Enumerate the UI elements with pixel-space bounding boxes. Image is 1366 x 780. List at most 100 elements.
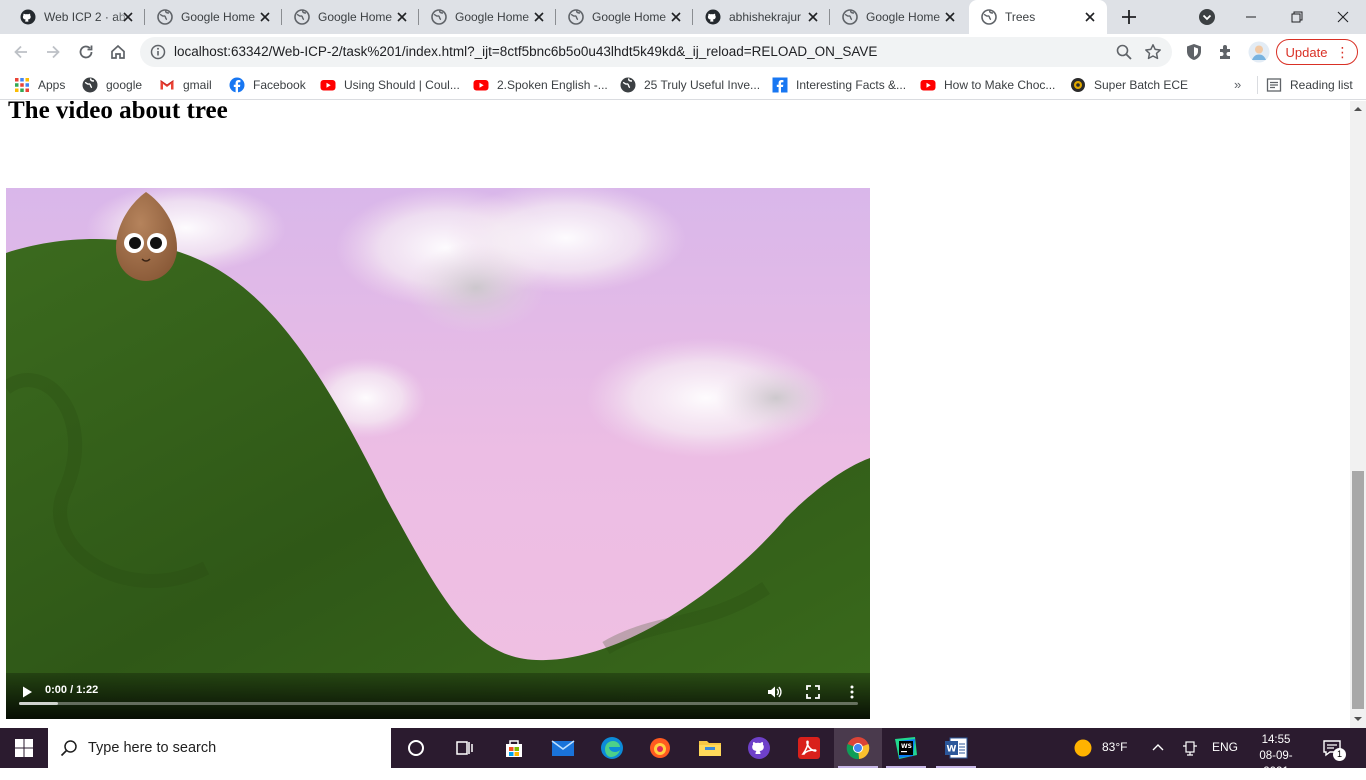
volume-icon[interactable] bbox=[766, 684, 782, 700]
bookmark-apps[interactable]: Apps bbox=[14, 76, 65, 94]
scroll-down-arrow-icon[interactable] bbox=[1354, 715, 1362, 723]
profile-avatar-icon[interactable] bbox=[1248, 41, 1270, 63]
video-controls: 0:00 / 1:22 bbox=[6, 673, 870, 719]
globe-icon bbox=[568, 9, 584, 25]
taskbar-edge[interactable] bbox=[588, 728, 636, 768]
word-icon: W bbox=[945, 737, 968, 759]
taskbar-store[interactable] bbox=[490, 728, 538, 768]
reading-list-button[interactable]: Reading list bbox=[1266, 76, 1353, 94]
bookmark-google[interactable]: google bbox=[82, 76, 142, 94]
taskbar-chrome[interactable] bbox=[834, 728, 882, 768]
tab-google-home-3[interactable]: Google Home bbox=[419, 0, 556, 34]
taskbar-file-explorer[interactable] bbox=[686, 728, 734, 768]
taskbar-mail[interactable] bbox=[539, 728, 587, 768]
show-hidden-icons-chevron-icon[interactable] bbox=[1152, 742, 1164, 752]
minimize-button[interactable] bbox=[1228, 0, 1274, 34]
weather-sun-icon[interactable] bbox=[1074, 739, 1092, 757]
taskbar-acrobat[interactable] bbox=[785, 728, 833, 768]
page-heading: The video about tree bbox=[8, 101, 228, 124]
home-button[interactable] bbox=[106, 40, 130, 64]
window-close-button[interactable] bbox=[1320, 0, 1366, 34]
video-progress-bar[interactable] bbox=[19, 702, 858, 705]
update-button[interactable]: Update ⋮ bbox=[1276, 39, 1358, 65]
close-icon[interactable] bbox=[943, 10, 957, 24]
bookmark-super-batch-ece[interactable]: Super Batch ECE bbox=[1070, 76, 1188, 94]
bookmark-interesting-facts[interactable]: Interesting Facts &... bbox=[772, 76, 906, 94]
tab-abhishekrajur[interactable]: abhishekrajur bbox=[693, 0, 830, 34]
tab-trees[interactable]: Trees bbox=[969, 0, 1107, 34]
bookmarks-divider bbox=[1257, 76, 1258, 94]
more-options-icon[interactable] bbox=[844, 684, 860, 700]
search-placeholder: Type here to search bbox=[88, 740, 217, 756]
page-scrollbar[interactable] bbox=[1350, 101, 1366, 728]
network-icon[interactable] bbox=[1182, 740, 1198, 756]
tab-google-home-5[interactable]: Google Home bbox=[830, 0, 967, 34]
shield-extension-icon[interactable] bbox=[1184, 42, 1204, 62]
windows-taskbar: Type here to search WS W 83°F ENG 14:55 … bbox=[0, 728, 1366, 778]
taskbar-webstorm[interactable]: WS bbox=[882, 728, 930, 768]
fullscreen-icon[interactable] bbox=[805, 684, 821, 700]
zoom-search-icon[interactable] bbox=[1116, 44, 1132, 60]
gmail-icon bbox=[160, 80, 174, 90]
taskbar-word[interactable]: W bbox=[932, 728, 980, 768]
taskbar-github-desktop[interactable] bbox=[735, 728, 783, 768]
tab-search-icon[interactable] bbox=[1198, 8, 1216, 26]
close-icon[interactable] bbox=[121, 10, 135, 24]
video-player[interactable]: 0:00 / 1:22 bbox=[6, 188, 870, 719]
bookmark-label: Apps bbox=[38, 78, 66, 92]
bookmark-gmail[interactable]: gmail bbox=[159, 76, 212, 94]
language-indicator[interactable]: ENG bbox=[1212, 740, 1238, 754]
restore-button[interactable] bbox=[1274, 0, 1320, 34]
bookmark-label: Interesting Facts &... bbox=[796, 78, 907, 92]
close-icon[interactable] bbox=[395, 10, 409, 24]
bookmark-how-to-make-choc[interactable]: How to Make Choc... bbox=[920, 76, 1055, 94]
tab-web-icp[interactable]: Web ICP 2 · ab bbox=[8, 0, 145, 34]
weather-temperature[interactable]: 83°F bbox=[1102, 740, 1127, 754]
colorful-browser-icon bbox=[650, 738, 670, 758]
new-tab-plus-icon[interactable] bbox=[1118, 6, 1140, 28]
back-button[interactable] bbox=[9, 40, 33, 64]
close-icon[interactable] bbox=[532, 10, 546, 24]
apps-grid-icon bbox=[15, 78, 29, 92]
bookmark-label: Super Batch ECE bbox=[1094, 78, 1189, 92]
tab-google-home-1[interactable]: Google Home bbox=[145, 0, 282, 34]
tab-google-home-2[interactable]: Google Home bbox=[282, 0, 419, 34]
bookmark-spoken-english[interactable]: 2.Spoken English -... bbox=[473, 76, 608, 94]
facebook-icon bbox=[229, 77, 245, 93]
bookmark-star-icon[interactable] bbox=[1144, 43, 1162, 61]
scrollbar-thumb[interactable] bbox=[1352, 471, 1364, 709]
address-bar[interactable]: localhost:63342/Web-ICP-2/task%201/index… bbox=[140, 37, 1172, 67]
more-bookmarks-chevron-icon[interactable]: » bbox=[1234, 77, 1241, 92]
taskbar-search-box[interactable]: Type here to search bbox=[48, 728, 391, 768]
system-clock[interactable]: 14:55 08-09-2021 bbox=[1248, 732, 1304, 780]
github-icon bbox=[705, 9, 721, 25]
url-text[interactable]: localhost:63342/Web-ICP-2/task%201/index… bbox=[174, 44, 877, 59]
play-icon[interactable] bbox=[20, 685, 34, 699]
task-view-button[interactable] bbox=[440, 728, 488, 768]
info-icon[interactable] bbox=[150, 44, 166, 60]
youtube-icon bbox=[320, 80, 336, 91]
close-icon[interactable] bbox=[806, 10, 820, 24]
start-button[interactable] bbox=[0, 728, 48, 768]
restore-icon bbox=[1291, 11, 1303, 23]
scroll-up-arrow-icon[interactable] bbox=[1354, 105, 1362, 113]
notification-center-button[interactable]: 1 bbox=[1322, 738, 1346, 761]
reload-button[interactable] bbox=[74, 40, 98, 64]
bookmark-using-should[interactable]: Using Should | Coul... bbox=[320, 76, 460, 94]
bookmark-label: google bbox=[106, 78, 143, 92]
globe-icon bbox=[981, 9, 997, 25]
mail-icon bbox=[551, 740, 575, 756]
taskbar-firefox-style-app[interactable] bbox=[636, 728, 684, 768]
close-icon[interactable] bbox=[669, 10, 683, 24]
close-icon[interactable] bbox=[258, 10, 272, 24]
extensions-puzzle-icon[interactable] bbox=[1216, 42, 1236, 62]
cortana-button[interactable] bbox=[392, 728, 440, 768]
tab-strip: Web ICP 2 · ab Google Home Google Home G… bbox=[0, 0, 1366, 34]
tab-google-home-4[interactable]: Google Home bbox=[556, 0, 693, 34]
bookmark-facebook[interactable]: Facebook bbox=[229, 76, 306, 94]
bookmark-25-truly-useful[interactable]: 25 Truly Useful Inve... bbox=[620, 76, 760, 94]
forward-button[interactable] bbox=[41, 40, 65, 64]
edge-browser-icon bbox=[601, 737, 623, 759]
close-icon[interactable] bbox=[1083, 10, 1097, 24]
reading-list-label: Reading list bbox=[1290, 78, 1353, 92]
